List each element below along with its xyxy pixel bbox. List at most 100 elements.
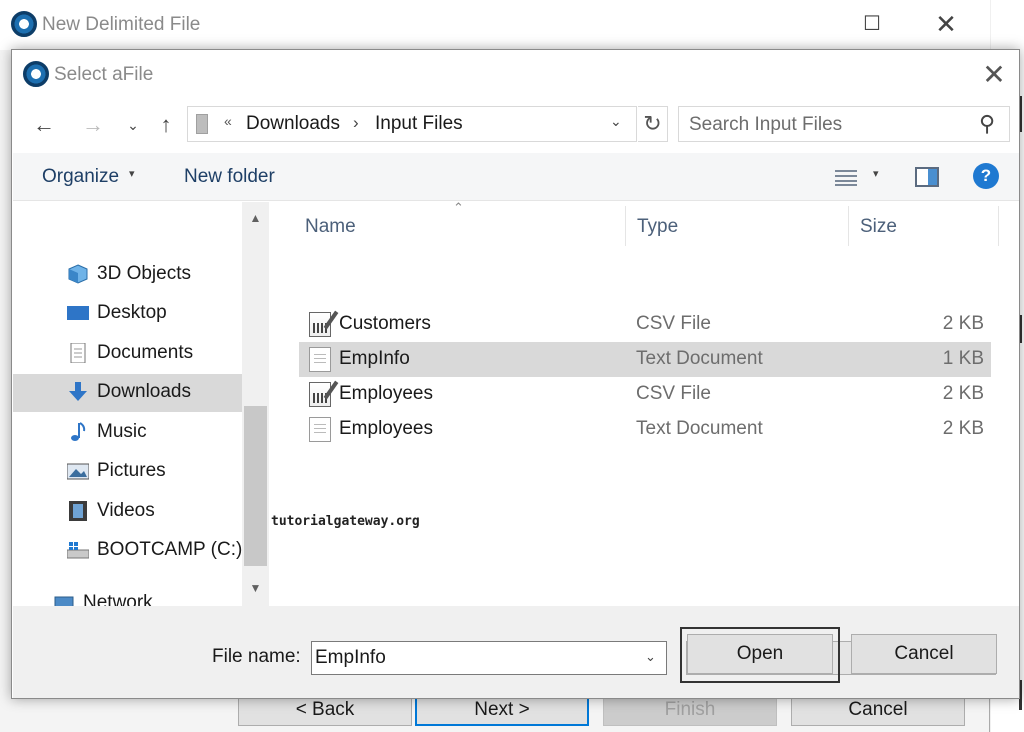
- search-placeholder: Search Input Files: [689, 114, 843, 135]
- nav-item-label: BOOTCAMP (C:): [97, 539, 243, 560]
- back-arrow-icon[interactable]: ←: [29, 110, 59, 140]
- file-name: Employees: [339, 418, 433, 439]
- film-icon: [69, 501, 87, 521]
- file-size: 2 KB: [942, 418, 984, 439]
- close-icon[interactable]: ✕: [976, 58, 1012, 94]
- nav-item-label: Downloads: [97, 381, 191, 402]
- breadcrumb-separator-icon[interactable]: ›: [353, 113, 359, 133]
- help-icon[interactable]: ?: [973, 163, 999, 189]
- nav-item-label: 3D Objects: [97, 263, 191, 284]
- nav-item-network[interactable]: Network: [13, 585, 228, 606]
- nav-item-desktop[interactable]: Desktop: [13, 295, 242, 333]
- file-type: Text Document: [636, 418, 763, 439]
- nav-item-label: Videos: [97, 500, 155, 521]
- caret-down-icon[interactable]: ▾: [129, 167, 135, 180]
- column-divider[interactable]: [998, 206, 999, 246]
- organize-button[interactable]: Organize: [42, 166, 119, 188]
- nav-item-downloads[interactable]: Downloads: [13, 374, 242, 412]
- breadcrumb-input-files[interactable]: Input Files: [375, 113, 463, 135]
- dialog-title: Select aFile: [54, 64, 154, 85]
- nav-item-documents[interactable]: Documents: [13, 335, 242, 373]
- scroll-thumb[interactable]: [244, 406, 267, 566]
- file-name: EmpInfo: [339, 348, 410, 369]
- search-icon[interactable]: ⚲: [979, 111, 995, 137]
- text-file-icon: [309, 347, 331, 372]
- file-name: Customers: [339, 313, 431, 334]
- file-row[interactable]: EmpInfo Text Document 1 KB: [299, 342, 991, 377]
- breadcrumb-downloads[interactable]: Downloads: [246, 113, 340, 135]
- network-icon: [54, 596, 74, 606]
- file-size: 2 KB: [942, 313, 984, 334]
- column-header-size[interactable]: Size: [860, 216, 897, 244]
- column-header-name[interactable]: Name: [305, 216, 356, 244]
- text-file-icon: [309, 417, 331, 442]
- cube-icon: [68, 264, 88, 284]
- nav-item-3d-objects[interactable]: 3D Objects: [13, 256, 242, 294]
- address-bar[interactable]: « Downloads › Input Files ⌄: [187, 106, 637, 142]
- overflow-chevron-icon[interactable]: «: [224, 113, 232, 129]
- caret-down-icon[interactable]: ▾: [873, 167, 879, 180]
- command-toolbar: Organize ▾ New folder ▾ ?: [13, 153, 1019, 201]
- sort-ascending-icon: ⌃: [453, 200, 464, 215]
- nav-item-label: Desktop: [97, 302, 167, 323]
- maximize-icon[interactable]: ☐: [852, 9, 892, 39]
- file-type: Text Document: [636, 348, 763, 369]
- forward-arrow-icon: →: [82, 112, 104, 137]
- cancel-button[interactable]: Cancel: [851, 634, 997, 674]
- column-divider[interactable]: [625, 206, 626, 246]
- nav-item-bootcamp[interactable]: BOOTCAMP (C:): [13, 532, 242, 570]
- chevron-down-icon[interactable]: ⌄: [610, 113, 622, 130]
- filename-input[interactable]: EmpInfo ⌄: [311, 641, 667, 675]
- nav-pane-scrollbar[interactable]: ▲ ▼: [242, 202, 269, 606]
- new-folder-button[interactable]: New folder: [184, 166, 275, 188]
- pictures-icon: [67, 463, 89, 480]
- wizard-title: New Delimited File: [42, 14, 201, 35]
- nav-item-label: Pictures: [97, 460, 166, 481]
- filename-value: EmpInfo: [315, 647, 386, 668]
- file-type: CSV File: [636, 313, 711, 334]
- navigation-pane: 3D Objects Desktop Documents Downloads M…: [13, 202, 269, 606]
- app-logo-icon: [23, 61, 49, 87]
- file-row[interactable]: Customers CSV File 2 KB: [299, 307, 991, 342]
- scroll-up-icon[interactable]: ▲: [242, 206, 269, 230]
- drive-icon: [67, 542, 89, 559]
- recent-locations-chevron-icon[interactable]: ⌄: [118, 110, 148, 140]
- details-view-icon[interactable]: [835, 169, 857, 186]
- csv-file-icon: [309, 312, 331, 337]
- chevron-down-icon[interactable]: ⌄: [645, 649, 656, 665]
- file-row[interactable]: Employees CSV File 2 KB: [299, 377, 991, 412]
- refresh-icon[interactable]: ↻: [638, 106, 668, 142]
- download-arrow-icon: [69, 382, 87, 401]
- nav-item-label: Music: [97, 421, 147, 442]
- folder-icon: [196, 114, 208, 134]
- column-header-type[interactable]: Type: [637, 216, 678, 244]
- nav-item-music[interactable]: Music: [13, 414, 242, 452]
- nav-item-label: Documents: [97, 342, 194, 363]
- select-file-dialog: Select aFile ✕ ← → ⌄ ↑ « Downloads › Inp…: [11, 49, 1020, 699]
- file-list: ⌃ Name Type Size Customers CSV File 2 KB…: [271, 200, 1019, 606]
- open-button[interactable]: Open: [687, 634, 833, 674]
- music-note-icon: [71, 422, 86, 441]
- file-type: CSV File: [636, 383, 711, 404]
- preview-pane-icon[interactable]: [915, 167, 939, 187]
- desktop-icon: [67, 306, 89, 320]
- documents-icon: [70, 343, 86, 363]
- nav-item-pictures[interactable]: Pictures: [13, 453, 242, 491]
- close-icon[interactable]: ✕: [926, 9, 966, 39]
- file-row[interactable]: Employees Text Document 2 KB: [299, 412, 991, 447]
- up-arrow-icon[interactable]: ↑: [151, 110, 181, 140]
- nav-item-videos[interactable]: Videos: [13, 493, 242, 531]
- search-input[interactable]: Search Input Files ⚲: [678, 106, 1010, 142]
- nav-item-label: Network: [83, 592, 153, 606]
- watermark: tutorialgateway.org: [271, 514, 420, 529]
- app-logo-icon: [11, 11, 37, 37]
- filename-label: File name:: [212, 646, 301, 667]
- scroll-down-icon[interactable]: ▼: [242, 576, 269, 600]
- file-name: Employees: [339, 383, 433, 404]
- dialog-titlebar: Select aFile ✕: [12, 50, 1019, 98]
- csv-file-icon: [309, 382, 331, 407]
- file-size: 2 KB: [942, 383, 984, 404]
- column-divider[interactable]: [848, 206, 849, 246]
- wizard-titlebar: New Delimited File ☐ ✕: [0, 0, 990, 50]
- file-size: 1 KB: [942, 348, 984, 369]
